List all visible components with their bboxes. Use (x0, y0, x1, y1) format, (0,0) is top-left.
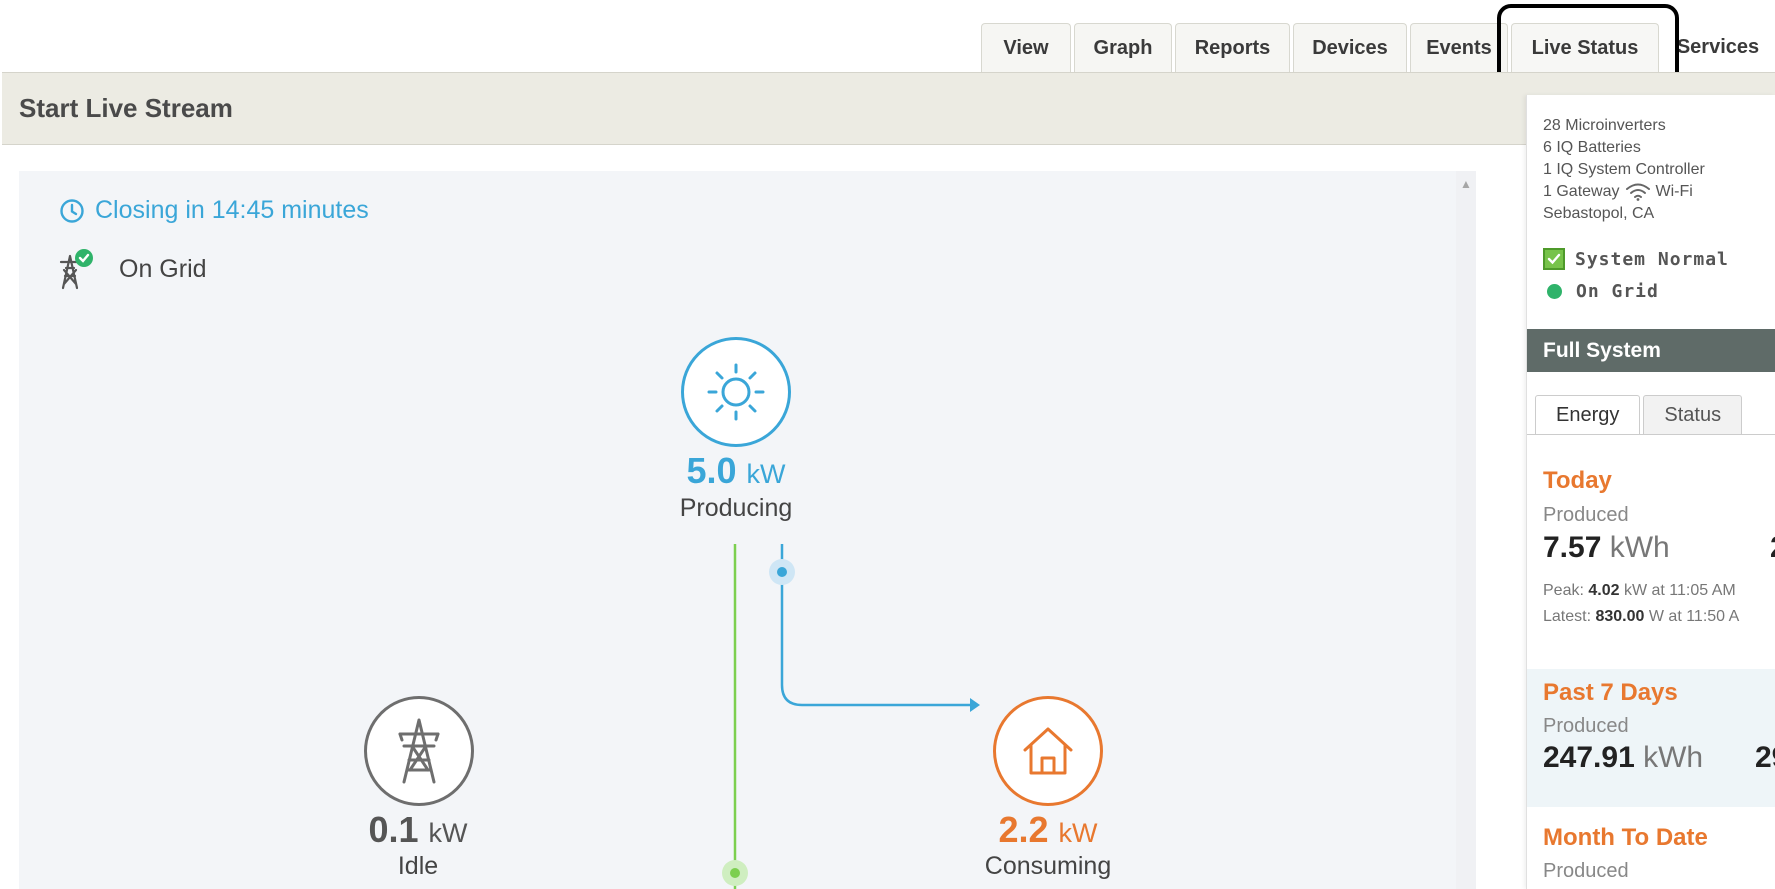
month-to-date-title: Month To Date (1543, 824, 1708, 851)
month-produced-label: Produced (1543, 860, 1629, 882)
today-section: Today Produced 7.57 kWh 2 Peak: 4.02 kW … (1527, 465, 1775, 660)
today-latest: Latest: 830.00 W at 11:50 A (1543, 608, 1739, 626)
tab-services[interactable]: Services (1662, 23, 1774, 72)
grid-node[interactable] (364, 696, 474, 806)
producing-label: Producing (679, 494, 793, 522)
power-tower-icon (398, 718, 440, 784)
today-produced-unit: kWh (1609, 531, 1670, 564)
scroll-up-arrow-icon[interactable]: ▲ (1460, 177, 1472, 191)
today-consumed-clipped: 2 (1770, 531, 1775, 565)
subtab-status[interactable]: Status (1643, 395, 1743, 435)
latest-value: 830.00 (1595, 608, 1645, 625)
checkbox-icon (1543, 248, 1565, 270)
microinverter-count: 28 Microinverters (1543, 117, 1666, 134)
latest-time: W at 11:50 A (1648, 608, 1740, 625)
past-7-days-title: Past 7 Days (1543, 679, 1678, 706)
tab-live-status[interactable]: Live Status (1511, 23, 1659, 72)
green-dot-icon (1547, 284, 1562, 299)
peak-time: kW at 11:05 AM (1623, 582, 1736, 599)
system-status-normal: System Normal (1543, 248, 1729, 270)
consuming-value: 2.2 kW (948, 809, 1148, 851)
consuming-label: Consuming (984, 852, 1112, 880)
page-root: View Graph Reports Devices Events Live S… (0, 0, 1775, 889)
system-info: 28 Microinverters 6 IQ Batteries 1 IQ Sy… (1543, 115, 1705, 225)
latest-label: Latest: (1543, 608, 1592, 625)
system-normal-label: System Normal (1575, 248, 1729, 270)
connection-type: Wi-Fi (1655, 183, 1693, 200)
full-system-title: Full System (1527, 329, 1775, 372)
on-grid-sidebar-label: On Grid (1576, 281, 1659, 302)
today-title: Today (1543, 467, 1612, 494)
subtabs-divider (1527, 434, 1775, 435)
gateway-row: 1 Gateway Wi-Fi (1543, 181, 1705, 203)
consuming-unit: kW (1058, 818, 1098, 848)
grid-label: Idle (397, 852, 439, 880)
past-7-days-section: Past 7 Days Produced 247.91 kWh 29 (1527, 669, 1775, 807)
house-icon (1023, 727, 1073, 775)
month-to-date-section: Month To Date Produced (1527, 817, 1775, 889)
grid-number: 0.1 (368, 809, 419, 850)
flow-arrowhead (970, 698, 980, 712)
home-node[interactable] (993, 696, 1103, 806)
producing-value: 5.0 kW (636, 450, 836, 492)
sun-icon (707, 363, 765, 421)
battery-flow-dot (730, 868, 740, 878)
subtab-energy[interactable]: Energy (1535, 395, 1641, 435)
wifi-icon (1626, 183, 1651, 201)
solar-flow-dot (777, 567, 787, 577)
system-sidebar: 28 Microinverters 6 IQ Batteries 1 IQ Sy… (1526, 95, 1775, 889)
grid-status-sidebar: On Grid (1543, 281, 1659, 302)
solar-node[interactable] (681, 337, 791, 447)
today-produced-number: 7.57 (1543, 531, 1602, 564)
peak-value: 4.02 (1588, 582, 1620, 599)
grid-value: 0.1 kW (318, 809, 518, 851)
past-7-days-produced-label: Produced (1543, 715, 1629, 737)
consuming-number: 2.2 (998, 809, 1049, 850)
solar-to-home-flow-line (780, 544, 974, 707)
system-location: Sebastopol, CA (1543, 205, 1655, 222)
peak-label: Peak: (1543, 582, 1584, 599)
grid-unit: kW (428, 818, 468, 848)
past-7-days-produced-unit: kWh (1643, 741, 1704, 774)
past-7-days-consumed-clipped: 29 (1755, 741, 1775, 774)
producing-unit: kW (746, 459, 786, 489)
today-produced-label: Produced (1543, 504, 1629, 526)
today-peak: Peak: 4.02 kW at 11:05 AM (1543, 582, 1736, 600)
past-7-days-produced-number: 247.91 (1543, 741, 1635, 774)
past-7-days-produced-value: 247.91 kWh (1543, 741, 1703, 775)
panel-scrollbar[interactable] (1456, 171, 1476, 889)
sidebar-subtabs: Energy Status (1535, 395, 1745, 435)
battery-count: 6 IQ Batteries (1543, 139, 1641, 156)
controller-count: 1 IQ System Controller (1543, 161, 1705, 178)
gateway-count: 1 Gateway (1543, 183, 1620, 200)
producing-number: 5.0 (686, 450, 737, 491)
today-produced-value: 7.57 kWh (1543, 531, 1670, 565)
